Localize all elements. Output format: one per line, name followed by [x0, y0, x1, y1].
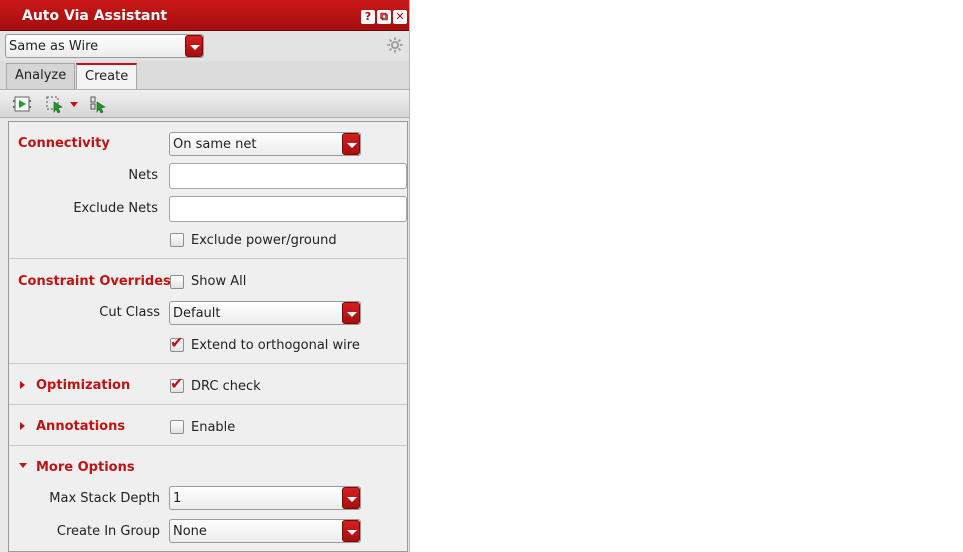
- drc-check-label: DRC check: [191, 379, 261, 394]
- annotations-enable-checkbox[interactable]: [170, 420, 184, 434]
- exclude-power-ground-checkbox[interactable]: [170, 233, 184, 247]
- check-icon: ✔: [170, 333, 184, 352]
- create-options-panel: Connectivity On same net Nets Exclude Ne…: [8, 121, 408, 552]
- connectivity-dropdown-value: On same net: [173, 137, 257, 152]
- create-in-group-label: Create In Group: [56, 524, 160, 539]
- max-stack-depth-label: Max Stack Depth: [49, 491, 160, 506]
- title-bar[interactable]: Auto Via Assistant ? ⧉ ✕: [0, 0, 409, 31]
- cut-class-label: Cut Class: [99, 305, 160, 320]
- divider: [9, 404, 407, 405]
- toolbar: [0, 89, 409, 118]
- caret-right-icon[interactable]: [20, 381, 25, 389]
- cut-class-dropdown-value: Default: [173, 306, 221, 321]
- extend-orthogonal-label: Extend to orthogonal wire: [191, 338, 360, 353]
- close-icon[interactable]: ✕: [393, 10, 407, 24]
- show-all-label: Show All: [191, 274, 247, 289]
- nets-input[interactable]: [169, 163, 407, 189]
- max-stack-depth-value: 1: [173, 491, 182, 506]
- connectivity-dropdown[interactable]: On same net: [169, 132, 361, 156]
- tab-analyze[interactable]: Analyze: [6, 63, 76, 89]
- step-icon[interactable]: [88, 95, 108, 113]
- tab-bar: Analyze Create: [0, 61, 409, 90]
- chevron-down-icon[interactable]: [342, 487, 360, 509]
- constraint-overrides-title: Constraint Overrides: [18, 274, 171, 289]
- caret-down-icon[interactable]: [19, 463, 27, 468]
- divider: [9, 363, 407, 364]
- divider: [9, 258, 407, 259]
- gear-icon[interactable]: [386, 36, 404, 54]
- chevron-down-icon[interactable]: [68, 95, 80, 113]
- auto-via-assistant-panel: Auto Via Assistant ? ⧉ ✕ Same as Wire An…: [0, 0, 410, 552]
- chevron-down-icon[interactable]: [185, 35, 203, 57]
- chevron-down-icon[interactable]: [342, 302, 360, 324]
- help-icon[interactable]: ?: [361, 10, 375, 24]
- annotations-enable-label: Enable: [191, 420, 236, 435]
- mode-dropdown-value: Same as Wire: [9, 39, 99, 54]
- mode-dropdown[interactable]: Same as Wire: [5, 34, 204, 58]
- annotations-title[interactable]: Annotations: [36, 419, 125, 434]
- exclude-power-ground-label: Exclude power/ground: [191, 233, 337, 248]
- drc-check-checkbox[interactable]: ✔: [170, 375, 184, 393]
- nets-label: Nets: [128, 168, 158, 183]
- window-title: Auto Via Assistant: [22, 8, 168, 24]
- max-stack-depth-dropdown[interactable]: 1: [169, 486, 361, 510]
- check-icon: ✔: [170, 374, 184, 393]
- mode-row: Same as Wire: [0, 31, 409, 61]
- caret-right-icon[interactable]: [20, 422, 25, 430]
- select-region-icon[interactable]: [45, 95, 65, 113]
- chevron-down-icon[interactable]: [342, 133, 360, 155]
- cut-class-dropdown[interactable]: Default: [169, 301, 361, 325]
- chevron-down-icon[interactable]: [342, 520, 360, 542]
- connectivity-title: Connectivity: [18, 136, 110, 151]
- exclude-nets-label: Exclude Nets: [73, 201, 158, 216]
- create-in-group-dropdown[interactable]: None: [169, 519, 361, 543]
- extend-orthogonal-checkbox[interactable]: ✔: [170, 334, 184, 352]
- create-in-group-value: None: [173, 524, 207, 539]
- exclude-nets-input[interactable]: [169, 196, 407, 222]
- more-options-title[interactable]: More Options: [36, 460, 135, 475]
- undock-icon[interactable]: ⧉: [377, 10, 391, 24]
- tab-create[interactable]: Create: [76, 63, 138, 90]
- optimization-title[interactable]: Optimization: [36, 378, 130, 393]
- run-icon[interactable]: [12, 95, 32, 113]
- divider: [9, 445, 407, 446]
- show-all-checkbox[interactable]: [170, 275, 184, 289]
